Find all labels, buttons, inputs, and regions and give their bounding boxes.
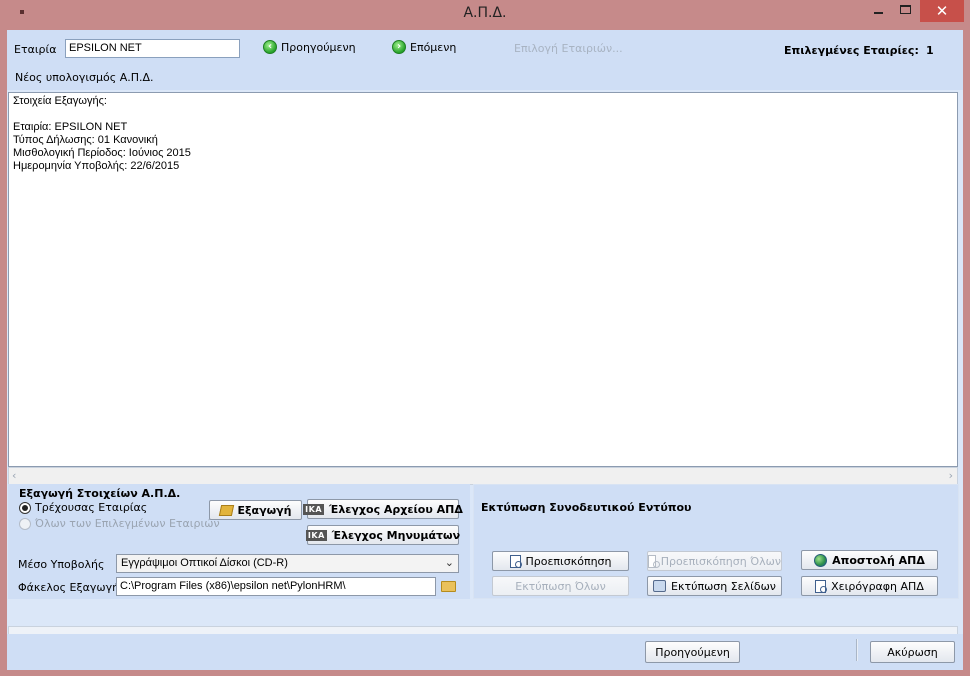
maximize-icon (900, 5, 911, 14)
preview-icon (509, 554, 522, 568)
cancel-button[interactable]: Ακύρωση (870, 641, 955, 663)
submission-medium-value: Εγγράψιμοι Οπτικοί Δίσκοι (CD-R) (121, 557, 288, 569)
output-line: Ημερομηνία Υποβολής: 22/6/2015 (13, 160, 180, 172)
send-apd-button[interactable]: Αποστολή ΑΠΔ (801, 550, 938, 570)
export-details-textbox[interactable]: Στοιχεία Εξαγωγής: Εταιρία: EPSILON NET … (8, 92, 958, 467)
preview-all-button[interactable]: Προεπισκόπηση Όλων (647, 551, 782, 571)
chevron-down-icon: ⌄ (444, 557, 454, 569)
new-calculation-link[interactable]: Νέος υπολογισμός Α.Π.Δ. (15, 71, 154, 84)
radio-dot (19, 501, 31, 514)
bottom-button-bar: Προηγούμενη Ακύρωση (7, 634, 963, 670)
output-line: Τύπος Δήλωσης: 01 Κανονική (13, 134, 158, 146)
company-label: Εταιρία (14, 43, 57, 56)
window-client: Εταιρία EPSILON NET ‹ Προηγούμενη › Επόμ… (7, 30, 963, 670)
close-button[interactable]: ✕ (920, 0, 964, 22)
check-file-button[interactable]: ΙΚΑ Έλεγχος Αρχείου ΑΠΔ (303, 499, 463, 519)
minimize-button[interactable] (862, 0, 892, 22)
send-apd-label: Αποστολή ΑΠΔ (832, 553, 925, 567)
maximize-button[interactable] (892, 0, 920, 22)
globe-icon (814, 553, 828, 567)
print-all-button[interactable]: Εκτύπωση Όλων (492, 576, 629, 596)
export-panel-title: Εξαγωγή Στοιχείων Α.Π.Δ. (19, 487, 181, 500)
folder-browse-icon[interactable] (441, 581, 456, 592)
print-all-label: Εκτύπωση Όλων (515, 579, 606, 593)
manual-apd-icon (815, 579, 828, 593)
radio-dot (19, 517, 31, 530)
next-company-label: Επόμενη (410, 40, 457, 54)
export-folder-label: Φάκελος Εξαγωγής (18, 581, 126, 594)
output-line: Στοιχεία Εξαγωγής: (13, 95, 107, 107)
button-divider (856, 639, 858, 661)
print-panel-title: Εκτύπωση Συνοδευτικού Εντύπου (481, 501, 692, 514)
close-icon: ✕ (935, 2, 949, 20)
export-button[interactable]: Εξαγωγή (209, 500, 302, 520)
bottom-previous-label: Προηγούμενη (655, 645, 730, 659)
submission-medium-label: Μέσο Υποβολής (18, 558, 105, 571)
print-pages-icon (653, 580, 667, 592)
manual-apd-label: Χειρόγραφη ΑΠΔ (831, 579, 924, 593)
scroll-right-icon[interactable]: › (949, 469, 953, 482)
previous-company-label: Προηγούμενη (281, 40, 356, 54)
preview-all-label: Προεπισκόπηση Όλων (660, 554, 781, 568)
check-file-label: Έλεγχος Αρχείου ΑΠΔ (329, 502, 463, 516)
select-companies-link[interactable]: Επιλογή Εταιριών... (514, 42, 623, 55)
minimize-icon (874, 12, 883, 14)
bottom-previous-button[interactable]: Προηγούμενη (645, 641, 740, 663)
company-toolbar: Εταιρία EPSILON NET ‹ Προηγούμενη › Επόμ… (7, 30, 963, 90)
submission-medium-select[interactable]: Εγγράψιμοι Οπτικοί Δίσκοι (CD-R) ⌄ (116, 554, 459, 573)
arrow-left-icon: ‹ (263, 40, 277, 54)
ika-icon: ΙΚΑ (303, 503, 325, 515)
export-button-label: Εξαγωγή (237, 503, 292, 517)
next-company-link[interactable]: › Επόμενη (392, 40, 456, 54)
output-line: Εταιρία: EPSILON NET (13, 121, 128, 133)
window-title: Α.Π.Δ. (463, 5, 507, 21)
selected-companies-count: 1 (926, 44, 934, 57)
radio-all-label: Όλων των Επιλεγμένων Εταιριών (35, 517, 220, 530)
export-icon (218, 504, 234, 516)
radio-all-companies[interactable]: Όλων των Επιλεγμένων Εταιριών (19, 517, 220, 530)
export-folder-field[interactable]: C:\Program Files (x86)\epsilon net\Pylon… (116, 577, 436, 596)
horizontal-scrollbar[interactable]: ‹ › (8, 467, 958, 485)
manual-apd-button[interactable]: Χειρόγραφη ΑΠΔ (801, 576, 938, 596)
print-pages-button[interactable]: Εκτύπωση Σελίδων (647, 576, 782, 596)
output-line: Μισθολογική Περίοδος: Ιούνιος 2015 (13, 147, 191, 159)
radio-current-company[interactable]: Τρέχουσας Εταιρίας (19, 501, 147, 514)
check-messages-button[interactable]: ΙΚΑ Έλεγχος Μηνυμάτων (305, 525, 461, 545)
cancel-label: Ακύρωση (887, 645, 938, 659)
ika-icon: ΙΚΑ (305, 529, 327, 541)
arrow-right-icon: › (392, 40, 406, 54)
scroll-left-icon[interactable]: ‹ (12, 469, 16, 482)
company-field[interactable]: EPSILON NET (65, 39, 240, 58)
selected-companies-label: Επιλεγμένες Εταιρίες: (784, 44, 919, 57)
print-pages-label: Εκτύπωση Σελίδων (671, 579, 776, 593)
check-messages-label: Έλεγχος Μηνυμάτων (331, 528, 461, 542)
print-panel: Εκτύπωση Συνοδευτικού Εντύπου Προεπισκόπ… (473, 484, 959, 599)
preview-button[interactable]: Προεπισκόπηση (492, 551, 629, 571)
preview-all-icon (648, 554, 660, 568)
preview-label: Προεπισκόπηση (525, 554, 612, 568)
title-bar: Α.Π.Δ. ✕ (0, 0, 970, 29)
previous-company-link[interactable]: ‹ Προηγούμενη (263, 40, 356, 54)
radio-current-label: Τρέχουσας Εταιρίας (35, 501, 148, 514)
